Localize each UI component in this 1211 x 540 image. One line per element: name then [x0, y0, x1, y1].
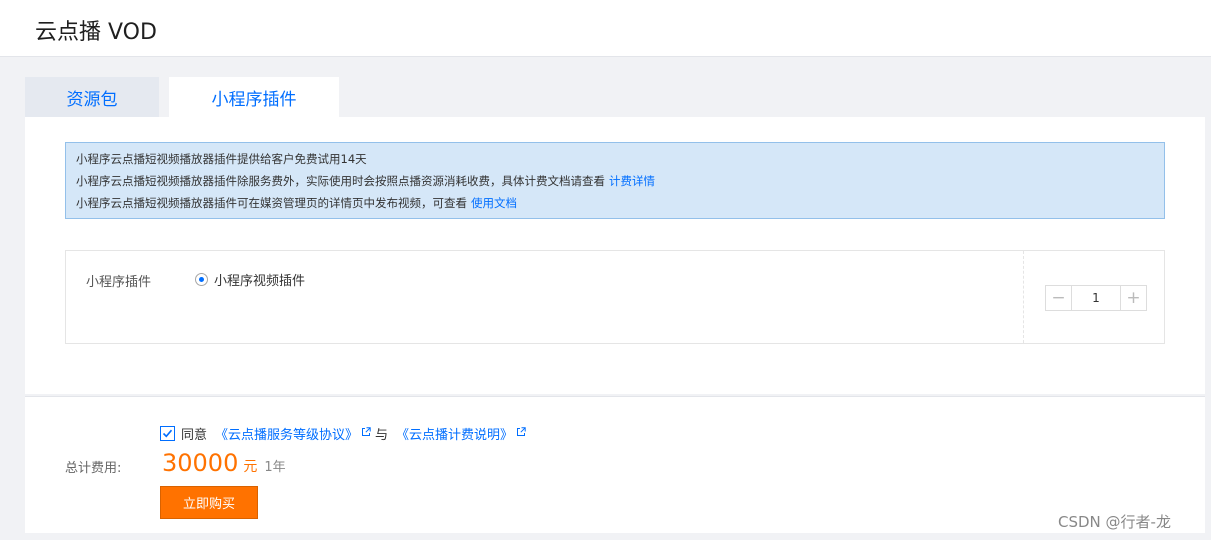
price-display: 30000 元 1年 [162, 449, 286, 477]
plugin-config-box: 小程序插件 小程序视频插件 − 1 + [65, 250, 1165, 344]
top-bar: 云点播 VOD [0, 0, 1211, 57]
external-link-icon[interactable] [361, 426, 371, 441]
agree-text: 同意 [181, 428, 208, 443]
notice-line-1: 小程序云点播短视频播放器插件提供给客户免费试用14天 [76, 152, 367, 166]
billing-explanation-link[interactable]: 《云点播计费说明》 [396, 424, 513, 443]
usage-docs-link[interactable]: 使用文档 [471, 196, 517, 210]
agreement-row: 同意 《云点播服务等级协议》 与 《云点播计费说明》 [160, 424, 526, 443]
radio-selected-icon[interactable] [195, 273, 208, 286]
price-period: 1年 [264, 460, 286, 475]
page-title: 云点播 VOD [35, 20, 157, 45]
price-value: 30000 [162, 449, 239, 477]
info-notice: 小程序云点播短视频播放器插件提供给客户免费试用14天 小程序云点播短视频播放器插… [65, 142, 1165, 219]
notice-line-2: 小程序云点播短视频播放器插件除服务费外，实际使用时会按照点播资源消耗收费，具体计… [76, 174, 655, 188]
minus-icon[interactable]: − [1046, 286, 1072, 310]
total-cost-label: 总计费用: [65, 461, 122, 476]
tab-miniprogram-plugin[interactable]: 小程序插件 [169, 77, 339, 117]
price-currency: 元 [243, 459, 258, 475]
main-panel: 小程序云点播短视频播放器插件提供给客户免费试用14天 小程序云点播短视频播放器插… [25, 117, 1205, 394]
plus-icon[interactable]: + [1120, 286, 1146, 310]
notice-line-3: 小程序云点播短视频播放器插件可在媒资管理页的详情页中发布视频，可查看 使用文档 [76, 196, 517, 210]
divider [1023, 251, 1024, 343]
billing-details-link[interactable]: 计费详情 [609, 174, 655, 188]
plugin-label: 小程序插件 [86, 275, 152, 290]
quantity-value[interactable]: 1 [1072, 286, 1120, 310]
order-footer: 同意 《云点播服务等级协议》 与 《云点播计费说明》 总计费用: 30000 元… [25, 396, 1205, 533]
check-icon [162, 429, 173, 438]
quantity-stepper[interactable]: − 1 + [1045, 285, 1147, 311]
sla-link[interactable]: 《云点播服务等级协议》 [215, 424, 358, 443]
buy-now-button[interactable]: 立即购买 [160, 486, 258, 519]
agree-checkbox[interactable] [160, 426, 175, 441]
external-link-icon[interactable] [516, 426, 526, 441]
and-text: 与 [375, 428, 389, 443]
watermark: CSDN @行者-龙 [1058, 513, 1171, 531]
plugin-option-radio[interactable]: 小程序视频插件 [195, 270, 305, 289]
tab-resource-pack[interactable]: 资源包 [25, 77, 159, 117]
plugin-option-label: 小程序视频插件 [214, 274, 306, 289]
